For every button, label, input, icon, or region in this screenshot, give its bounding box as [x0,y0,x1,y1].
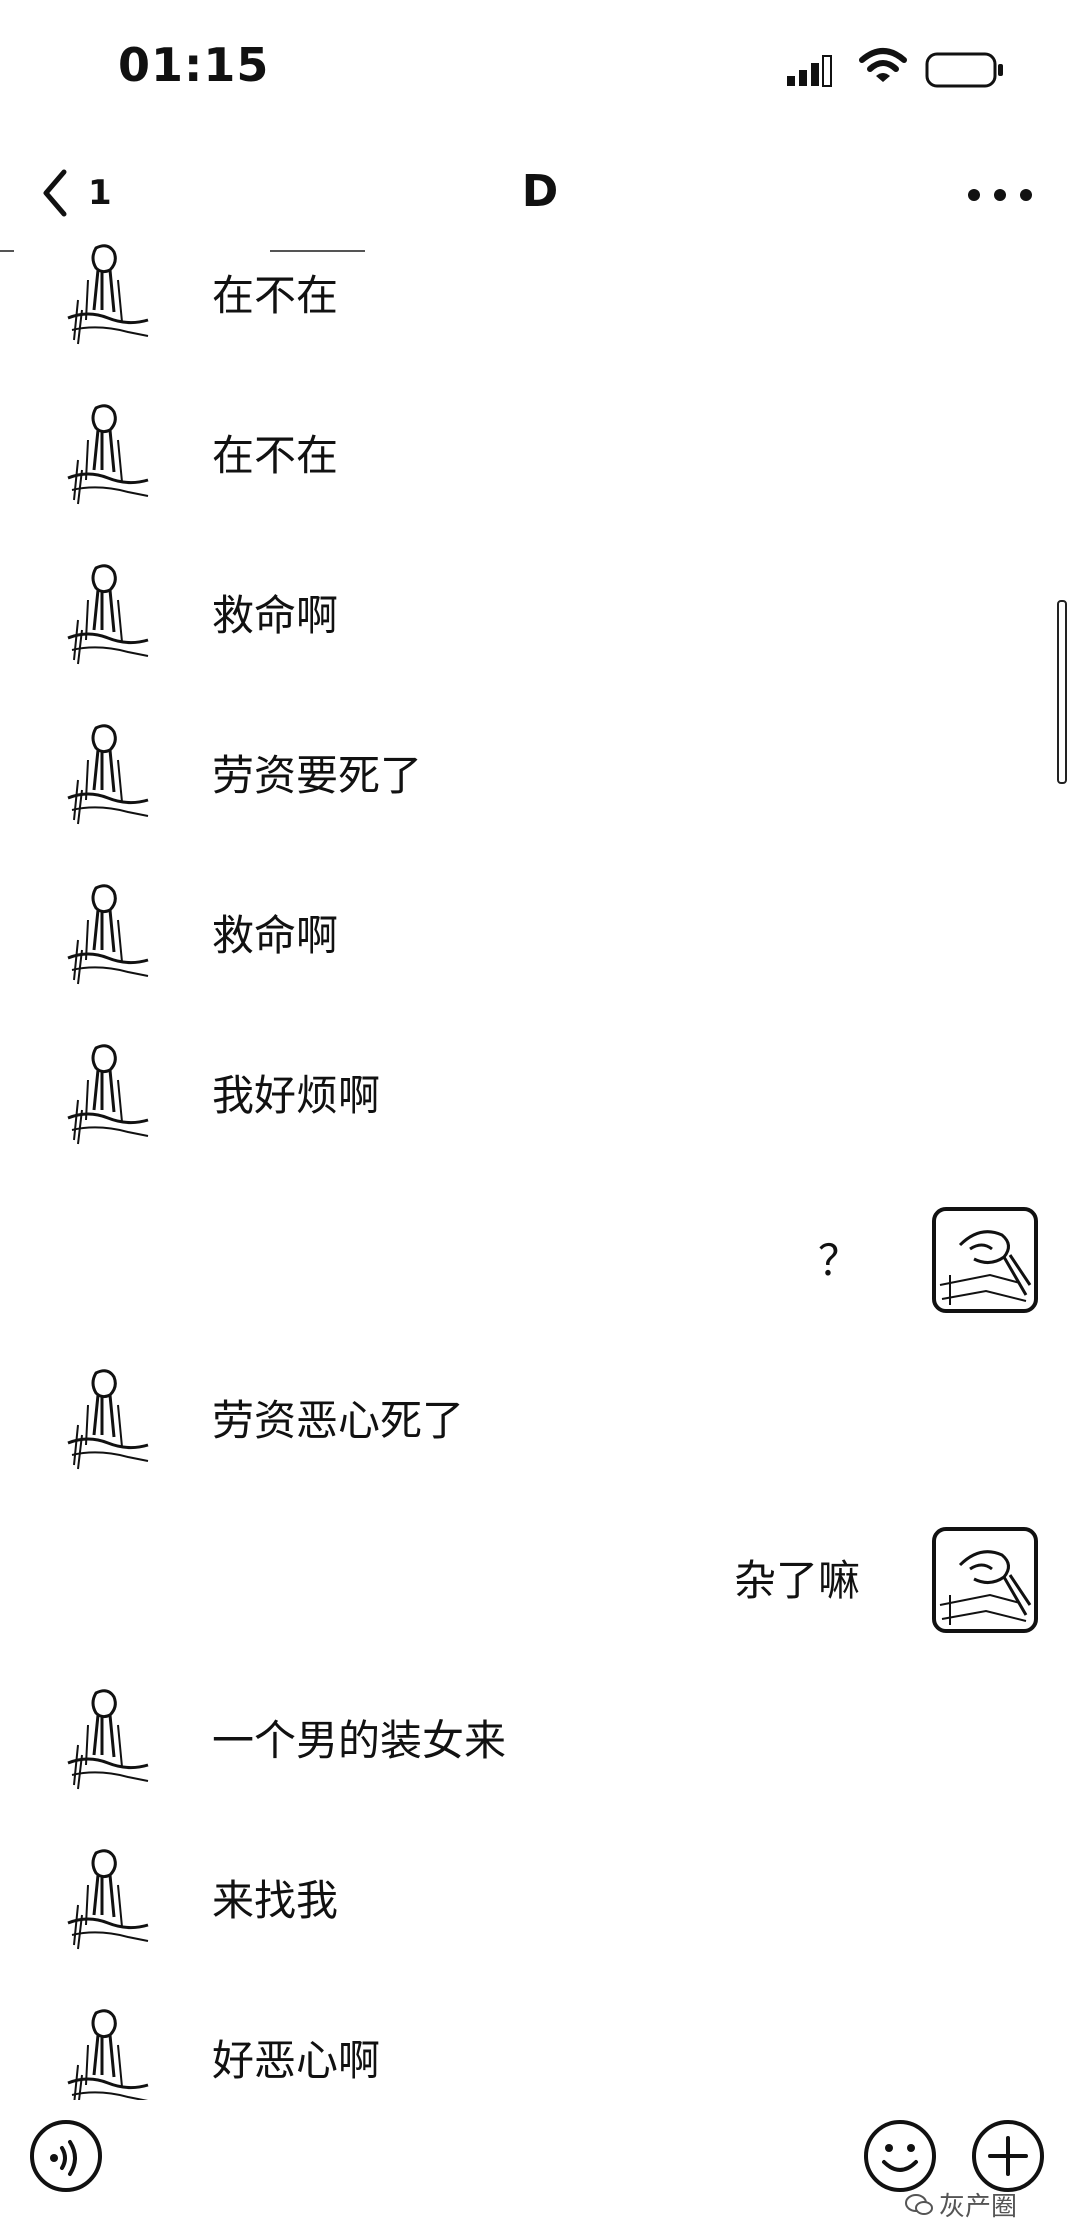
wechat-icon [905,2193,933,2215]
message-row-sent: 杂了嘛 [0,1525,1080,1645]
message-row-received: 来找我 [0,1845,1080,1965]
message-row-received: 在不在 [0,400,1080,520]
page-title: D [521,166,559,217]
my-avatar[interactable] [930,1205,1040,1315]
emoji-icon[interactable] [862,2118,938,2194]
message-row-received: 救命啊 [0,560,1080,680]
contact-avatar[interactable] [48,240,158,350]
message-row-sent: ？ [0,1205,1080,1325]
message-text[interactable]: 好恶心啊 [212,2027,380,2088]
contact-avatar[interactable] [48,560,158,670]
message-text[interactable]: 劳资要死了 [212,742,422,803]
nav-bar: 1 D [0,140,1080,250]
message-row-received: 一个男的装女来 [0,1685,1080,1805]
contact-avatar[interactable] [48,1040,158,1150]
message-text[interactable]: 杂了嘛 [734,1547,860,1608]
message-text[interactable]: 我好烦啊 [212,1062,380,1123]
message-text[interactable]: 救命啊 [212,582,338,643]
voice-icon[interactable] [28,2118,104,2194]
watermark-text: 灰产圈 [939,2192,1018,2222]
signal-icon [787,55,832,87]
contact-avatar[interactable] [48,2005,158,2100]
contact-avatar[interactable] [48,1685,158,1795]
message-text[interactable]: 来找我 [212,1867,338,1928]
message-row-received: 我好烦啊 [0,1040,1080,1160]
scrollbar[interactable] [1057,600,1067,784]
chat-message-list[interactable]: 在不在 在不在 救命啊 劳资要死了 救命啊 我好烦啊 ？ 劳资恶心死了 杂了嘛 [0,240,1080,2100]
my-avatar[interactable] [930,1525,1040,1635]
watermark: 灰产圈 [905,2186,1017,2223]
message-row-received: 劳资要死了 [0,720,1080,840]
message-text[interactable]: 在不在 [212,422,338,483]
message-text[interactable]: 救命啊 [212,902,338,963]
plus-icon[interactable] [970,2118,1046,2194]
message-row-received: 好恶心啊 [0,2005,1080,2100]
message-text[interactable]: 劳资恶心死了 [212,1387,464,1448]
message-text[interactable]: 在不在 [212,262,338,323]
status-bar: 01:15 [0,0,1080,140]
wifi-icon [859,48,907,82]
contact-avatar[interactable] [48,880,158,990]
battery-icon [925,52,1003,88]
message-text[interactable]: 一个男的装女来 [212,1707,506,1768]
contact-avatar[interactable] [48,720,158,830]
contact-avatar[interactable] [48,1845,158,1955]
message-row-received: 救命啊 [0,880,1080,1000]
message-text[interactable]: ？ [818,1227,860,1288]
contact-avatar[interactable] [48,1365,158,1475]
message-row-received: 劳资恶心死了 [0,1365,1080,1485]
status-time: 01:15 [118,38,270,92]
contact-avatar[interactable] [48,400,158,510]
message-row-received: 在不在 [0,240,1080,360]
more-dots-icon[interactable] [960,170,1040,220]
input-bar: 灰产圈 [0,2100,1080,2232]
